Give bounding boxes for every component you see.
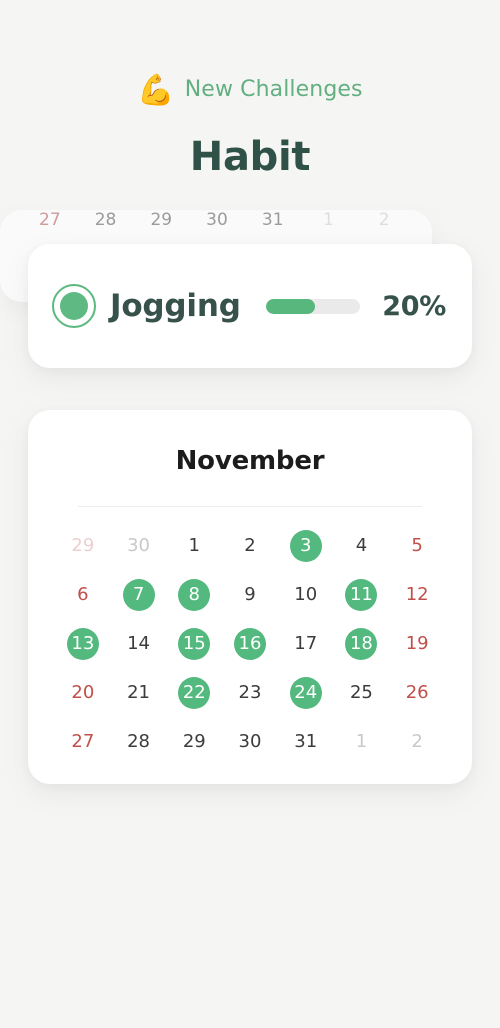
calendar-day[interactable]: 29 — [55, 521, 111, 570]
calendar-day[interactable]: 22 — [166, 668, 222, 717]
calendar-ghost-day: 2 — [378, 210, 390, 230]
calendar-day[interactable]: 24 — [278, 668, 334, 717]
calendar-day[interactable]: 30 — [111, 521, 167, 570]
calendar-day[interactable]: 25 — [334, 668, 390, 717]
calendar-day[interactable]: 12 — [389, 570, 445, 619]
habit-name: Jogging — [110, 288, 241, 324]
calendar-day-label: 10 — [294, 584, 318, 605]
calendar-day[interactable]: 6 — [55, 570, 111, 619]
progress-bar-fill — [266, 298, 316, 314]
calendar-day-label: 21 — [127, 682, 151, 703]
calendar-day-label: 2 — [244, 535, 256, 556]
calendar-day-label: 27 — [71, 731, 95, 752]
calendar-divider — [78, 506, 422, 507]
calendar-ghost-day: 28 — [94, 210, 117, 230]
calendar-day[interactable]: 28 — [111, 717, 167, 766]
calendar-month-title: November — [175, 446, 325, 476]
calendar-day[interactable]: 11 — [334, 570, 390, 619]
page-title: Habit — [189, 134, 311, 180]
calendar-day[interactable]: 26 — [389, 668, 445, 717]
calendar-day-label: 23 — [238, 682, 262, 703]
calendar-day-label: 28 — [127, 731, 151, 752]
calendar-day-label: 24 — [289, 676, 322, 709]
calendar-day-label: 18 — [345, 627, 378, 660]
flexed-biceps-icon: 💪 — [137, 73, 175, 108]
calendar-day-label: 19 — [405, 633, 429, 654]
calendar-day[interactable]: 4 — [334, 521, 390, 570]
calendar-day[interactable]: 16 — [222, 619, 278, 668]
calendar-day[interactable]: 10 — [278, 570, 334, 619]
calendar-day[interactable]: 8 — [166, 570, 222, 619]
calendar-day[interactable]: 21 — [111, 668, 167, 717]
calendar-day-label: 4 — [355, 535, 368, 556]
calendar-day[interactable]: 1 — [334, 717, 390, 766]
calendar-day[interactable]: 18 — [334, 619, 390, 668]
calendar-day[interactable]: 13 — [55, 619, 111, 668]
habit-progress: 20% — [266, 291, 446, 322]
calendar-day-label: 6 — [77, 584, 89, 605]
calendar-day-label: 22 — [178, 676, 211, 709]
progress-bar-track — [266, 298, 361, 314]
calendar-card[interactable]: November 29 30 1 2 3 4 5 6 7 8 9 10 11 12 13 14 15 16 17 18… — [28, 410, 472, 784]
calendar-day[interactable]: 2 — [222, 521, 278, 570]
calendar-day-label: 13 — [66, 627, 99, 660]
calendar-day[interactable]: 1 — [166, 521, 222, 570]
calendar-day[interactable]: 19 — [389, 619, 445, 668]
calendar-day-label: 30 — [127, 535, 151, 556]
calendar-day[interactable]: 27 — [55, 717, 111, 766]
calendar-day[interactable]: 31 — [278, 717, 334, 766]
calendar-day-label: 8 — [178, 578, 211, 611]
calendar-day[interactable]: 2 — [389, 717, 445, 766]
calendar-day-label: 9 — [244, 584, 256, 605]
calendar-day-label: 29 — [182, 731, 206, 752]
calendar-ghost-day: 1 — [323, 210, 334, 230]
calendar-day[interactable]: 29 — [166, 717, 222, 766]
calendar-day-label: 3 — [289, 529, 322, 562]
calendar-ghost-day: 27 — [39, 210, 61, 230]
calendar-day-label: 16 — [233, 627, 266, 660]
habit-status-fill-icon — [60, 292, 88, 320]
calendar-ghost-day: 30 — [206, 210, 228, 230]
calendar-day[interactable]: 20 — [55, 668, 111, 717]
calendar-day-label: 7 — [122, 578, 155, 611]
calendar-day-label: 15 — [178, 627, 211, 660]
calendar-day[interactable]: 3 — [278, 521, 334, 570]
calendar-day-label: 26 — [405, 682, 429, 703]
calendar-day-label: 2 — [411, 731, 423, 752]
habit-card[interactable]: Jogging 20% — [28, 244, 472, 368]
calendar-day[interactable]: 14 — [111, 619, 167, 668]
eyebrow-label: New Challenges — [184, 76, 363, 102]
calendar-day-label: 1 — [188, 535, 200, 556]
calendar-day[interactable]: 5 — [389, 521, 445, 570]
calendar-day[interactable]: 17 — [278, 619, 334, 668]
calendar-day-label: 11 — [345, 578, 378, 611]
calendar-day-label: 25 — [349, 682, 373, 703]
calendar-day[interactable]: 15 — [166, 619, 222, 668]
calendar-day[interactable]: 30 — [222, 717, 278, 766]
calendar-day-label: 14 — [127, 633, 151, 654]
calendar-day[interactable]: 9 — [222, 570, 278, 619]
calendar-day-label: 1 — [355, 731, 368, 752]
calendar-ghost-day: 31 — [261, 210, 284, 230]
page-header: 💪 New Challenges Habit — [0, 0, 500, 181]
progress-percent-label: 20% — [382, 290, 446, 322]
calendar-day-label: 17 — [294, 633, 318, 654]
calendar-day-label: 29 — [71, 535, 95, 556]
calendar-day[interactable]: 7 — [111, 570, 167, 619]
eyebrow: 💪 New Challenges — [0, 73, 500, 108]
calendar-day-label: 20 — [71, 682, 95, 703]
calendar-day-label: 31 — [294, 731, 318, 752]
habit-identity: Jogging — [52, 284, 241, 328]
calendar-day-label: 30 — [238, 731, 262, 752]
calendar-ghost-row: 27 28 29 30 31 1 2 — [22, 210, 412, 230]
calendar-day[interactable]: 23 — [222, 668, 278, 717]
calendar-ghost-day: 29 — [150, 210, 173, 230]
calendar-day-label: 12 — [405, 584, 429, 605]
habit-status-circle-icon[interactable] — [52, 284, 96, 328]
calendar-grid: 29 30 1 2 3 4 5 6 7 8 9 10 11 12 13 14 15 16 17 18 19 20 21 22 2… — [52, 521, 448, 766]
calendar-day-label: 5 — [411, 535, 423, 556]
